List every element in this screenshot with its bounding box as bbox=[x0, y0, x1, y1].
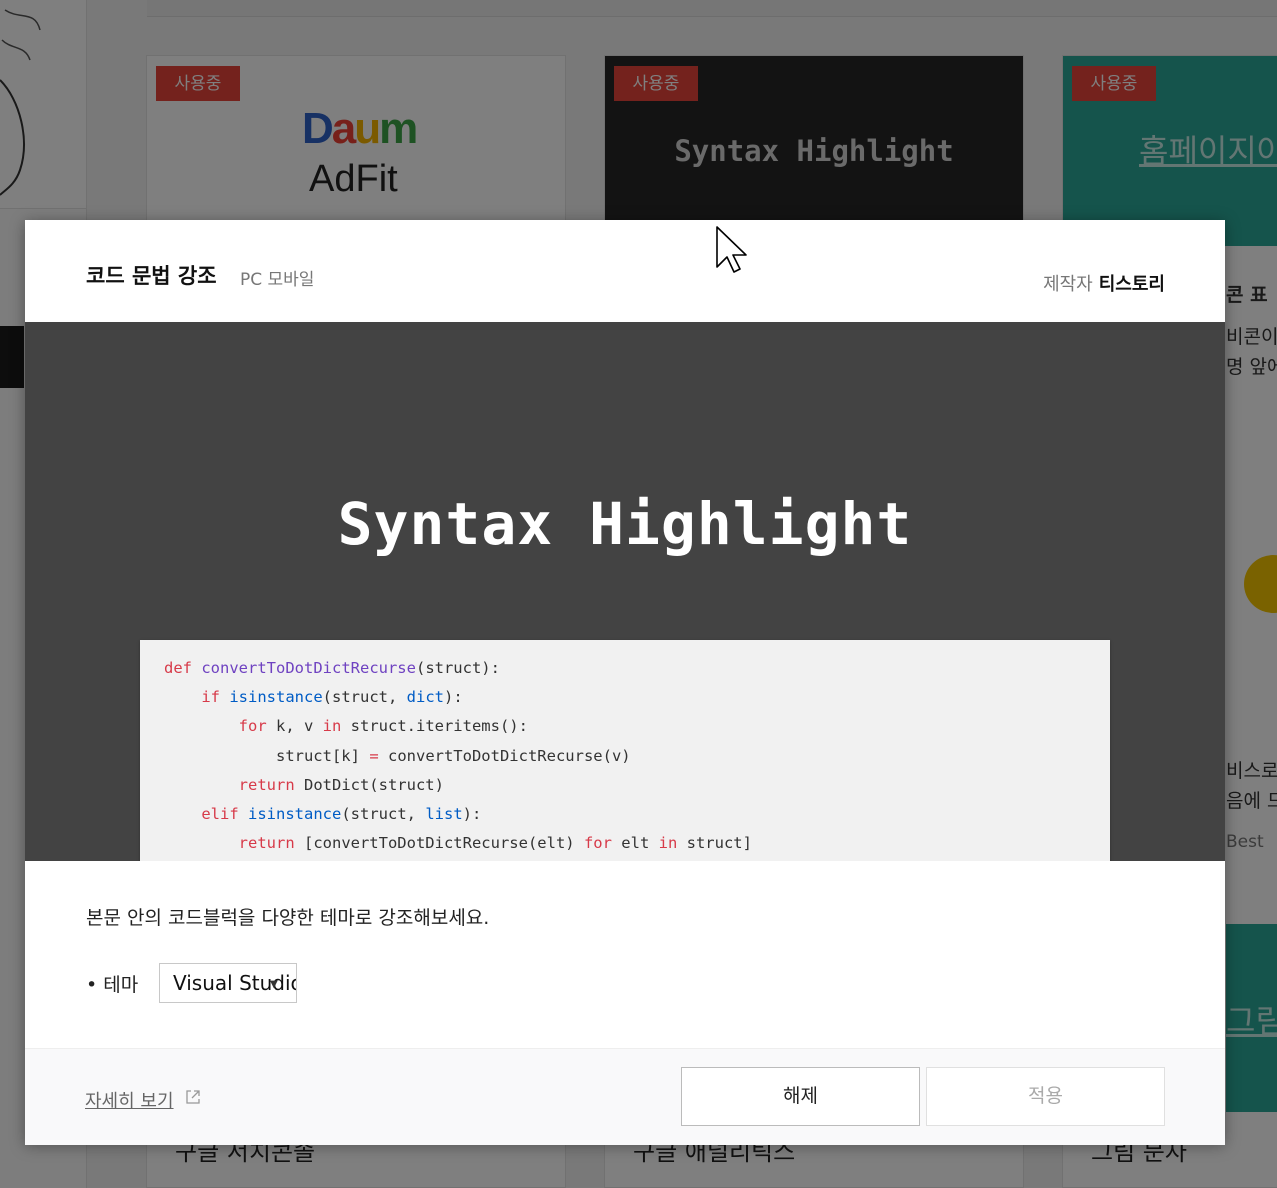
plugin-description: 본문 안의 코드블럭을 다양한 테마로 강조해보세요. bbox=[86, 907, 490, 929]
modal-footer: 자세히 보기 해제 적용 bbox=[25, 1048, 1225, 1145]
author-label: 제작자 bbox=[1043, 274, 1093, 295]
release-button[interactable]: 해제 bbox=[681, 1067, 920, 1126]
code-text: def convertToDotDictRecurse(struct): if … bbox=[164, 659, 752, 853]
theme-label: • 테마 bbox=[86, 974, 139, 996]
chevron-down-icon: ▼ bbox=[270, 979, 278, 990]
theme-select[interactable]: Visual Studio ▼ bbox=[159, 963, 297, 1003]
apply-button[interactable]: 적용 bbox=[926, 1067, 1165, 1126]
external-link-icon[interactable] bbox=[185, 1089, 201, 1109]
mouse-cursor-icon bbox=[716, 226, 747, 273]
modal-title: 코드 문법 강조 bbox=[86, 264, 217, 288]
author-name: 티스토리 bbox=[1098, 274, 1165, 295]
detail-link[interactable]: 자세히 보기 bbox=[85, 1087, 174, 1113]
author-info: 제작자 티스토리 bbox=[1043, 270, 1165, 296]
preview-title: Syntax Highlight bbox=[337, 490, 913, 558]
plugin-detail-modal: 코드 문법 강조 PC 모바일 제작자 티스토리 Syntax Highlight… bbox=[25, 220, 1225, 1145]
modal-header: 코드 문법 강조 PC 모바일 제작자 티스토리 bbox=[25, 220, 1225, 322]
theme-selected-value: Visual Studio bbox=[173, 971, 297, 995]
platform-tags: PC 모바일 bbox=[240, 270, 315, 290]
preview-image: Syntax Highlight def convertToDotDictRec… bbox=[25, 322, 1225, 861]
code-block: def convertToDotDictRecurse(struct): if … bbox=[140, 640, 1110, 861]
